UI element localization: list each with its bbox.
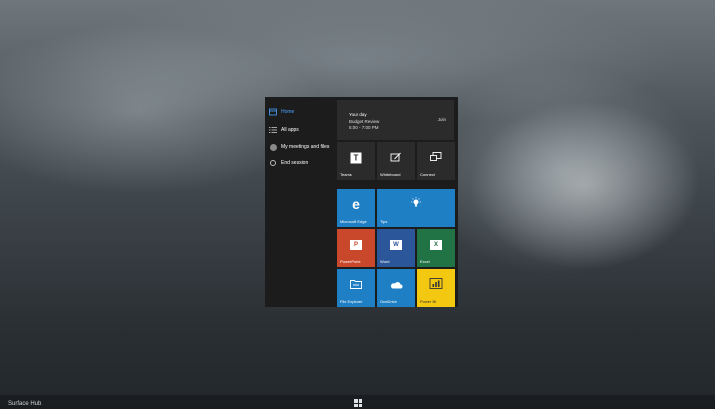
whiteboard-icon (390, 149, 402, 167)
tile-label: Power BI (420, 299, 437, 304)
nav-item-label: Home (281, 109, 295, 115)
tile-excel[interactable]: X Excel (417, 229, 455, 267)
avatar-icon (269, 143, 277, 151)
taskbar: Surface Hub (0, 395, 715, 409)
edge-icon: e (352, 195, 360, 212)
calendar-event: Budget Review (349, 119, 380, 124)
windows-start-icon[interactable] (354, 399, 362, 407)
start-menu: Home All apps My meetings and files End … (265, 97, 458, 307)
home-icon (269, 108, 277, 116)
tile-word[interactable]: W Word (377, 229, 415, 267)
tile-teams[interactable]: T Teams (337, 142, 375, 180)
start-nav: Home All apps My meetings and files End … (265, 97, 335, 307)
tile-label: Tips (380, 219, 388, 224)
tile-label: File Explorer (340, 299, 363, 304)
tile-powerpoint[interactable]: P PowerPoint (337, 229, 375, 267)
powerbi-icon (429, 276, 443, 294)
tile-file-explorer[interactable]: File Explorer (337, 269, 375, 307)
tile-label: Connect (420, 172, 435, 177)
device-label: Surface Hub (8, 401, 42, 407)
tile-edge[interactable]: e Microsoft Edge (337, 189, 375, 227)
tile-power-bi[interactable]: Power BI (417, 269, 455, 307)
nav-item-end-session[interactable]: End session (269, 157, 337, 169)
calendar-tile[interactable]: Your day Budget Review 5:00 - 7:00 PM Jo… (337, 100, 454, 140)
tile-whiteboard[interactable]: Whiteboard (377, 142, 415, 180)
all-apps-icon (269, 126, 277, 134)
tile-connect[interactable]: Connect (417, 142, 455, 180)
calendar-title: Your day (349, 112, 367, 117)
folder-icon (350, 276, 362, 294)
nav-item-label: All apps (281, 127, 299, 133)
lightbulb-icon (410, 196, 422, 214)
tile-label: Word (380, 259, 390, 264)
teams-icon: T (350, 152, 362, 164)
connect-icon (430, 149, 442, 167)
excel-icon: X (430, 239, 442, 250)
calendar-join-label: Join (437, 117, 446, 122)
nav-item-my-meetings[interactable]: My meetings and files (269, 141, 337, 153)
tile-label: OneDrive (380, 299, 397, 304)
tile-label: Microsoft Edge (340, 219, 367, 224)
nav-item-label: End session (281, 160, 309, 166)
tile-label: PowerPoint (340, 259, 361, 264)
nav-item-all-apps[interactable]: All apps (269, 124, 337, 136)
powerpoint-icon: P (350, 239, 362, 250)
wave-foam (470, 100, 700, 270)
calendar-time: 5:00 - 7:00 PM (349, 125, 379, 130)
tile-label: Whiteboard (380, 172, 401, 177)
tile-onedrive[interactable]: OneDrive (377, 269, 415, 307)
nav-item-label: My meetings and files (281, 144, 330, 150)
end-session-icon (269, 159, 277, 167)
nav-item-home[interactable]: Home (269, 106, 337, 118)
tile-label: Excel (420, 259, 430, 264)
cloud-icon (390, 276, 403, 294)
word-icon: W (390, 239, 402, 250)
tile-label: Teams (340, 172, 352, 177)
tile-tips[interactable]: Tips (377, 189, 455, 227)
